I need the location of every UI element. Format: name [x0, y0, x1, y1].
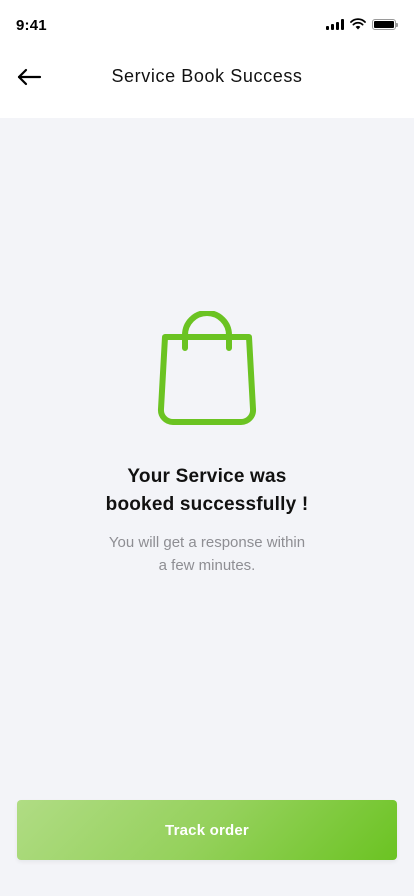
status-icons: [326, 18, 398, 30]
status-bar: 9:41: [0, 0, 414, 52]
screen: 9:41 Service Book Success Your Service w…: [0, 0, 414, 896]
success-subtitle: You will get a response within a few min…: [60, 531, 354, 577]
success-subtitle-line2: a few minutes.: [158, 557, 256, 574]
success-title: Your Service was booked successfully !: [0, 463, 414, 519]
success-subtitle-line1: You will get a response within: [108, 534, 306, 551]
signal-icon: [326, 18, 344, 30]
header: Service Book Success: [0, 52, 414, 118]
success-title-line2: booked successfully !: [105, 494, 309, 515]
wifi-icon: [350, 18, 366, 30]
page-title: Service Book Success: [111, 66, 303, 86]
status-time: 9:41: [16, 17, 47, 34]
battery-icon: [372, 18, 398, 30]
shopping-bag-icon: [158, 311, 256, 426]
success-title-line1: Your Service was: [127, 466, 287, 487]
success-content: Your Service was booked successfully ! Y…: [0, 118, 414, 896]
track-order-button[interactable]: Track order: [17, 800, 397, 860]
